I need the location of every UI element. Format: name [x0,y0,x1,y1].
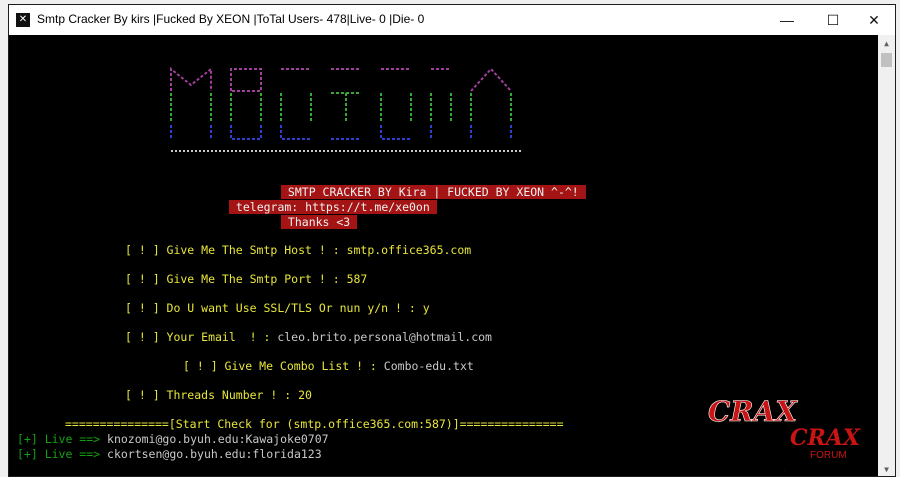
banner-telegram: telegram: https://t.me/xe0on [229,200,437,214]
maximize-button[interactable]: ☐ [810,5,856,35]
title-bar[interactable]: ✕ Smtp Cracker By kirs |Fucked By XEON |… [9,5,895,35]
window-title: Smtp Cracker By kirs |Fucked By XEON |To… [37,12,425,26]
result-live-2: [+] Live ==> ckortsen@go.byuh.edu:florid… [17,447,322,461]
crax-forum-watermark: CRAX CRAX FORUM [708,373,861,472]
watermark-brand: CRAX [708,395,798,428]
prompt-combo-list: [ ! ] Give Me Combo List ! : Combo-edu.t… [183,359,474,373]
watermark-brand-echo: CRAX [790,425,861,451]
watermark-sub: FORUM [810,450,847,461]
banner-title: SMTP CRACKER BY Kira | FUCKED BY XEON ^-… [281,185,586,199]
prompt-threads: [ ! ] Threads Number ! : 20 [125,388,312,402]
start-check-line: ===============[Start Check for (smtp.of… [65,417,564,431]
scrollbar-thumb[interactable] [881,53,892,67]
prompt-smtp-host: [ ! ] Give Me The Smtp Host ! : smtp.off… [125,243,472,257]
ascii-logo [170,66,521,152]
prompt-ssl-tls: [ ! ] Do U want Use SSL/TLS Or nun y/n !… [125,301,430,315]
prompt-smtp-port: [ ! ] Give Me The Smtp Port ! : 587 [125,272,368,286]
banner-thanks: Thanks <3 [281,215,358,229]
terminal-app-icon: ✕ [16,13,30,27]
minimize-button[interactable]: — [764,5,810,35]
result-live-1: [+] Live ==> knozomi@go.byuh.edu:Kawajok… [17,432,329,446]
scroll-up-icon[interactable]: ▲ [878,35,895,52]
prompt-your-email: [ ! ] Your Email ! : cleo.brito.personal… [125,330,492,344]
close-button[interactable]: ✕ [851,5,895,35]
